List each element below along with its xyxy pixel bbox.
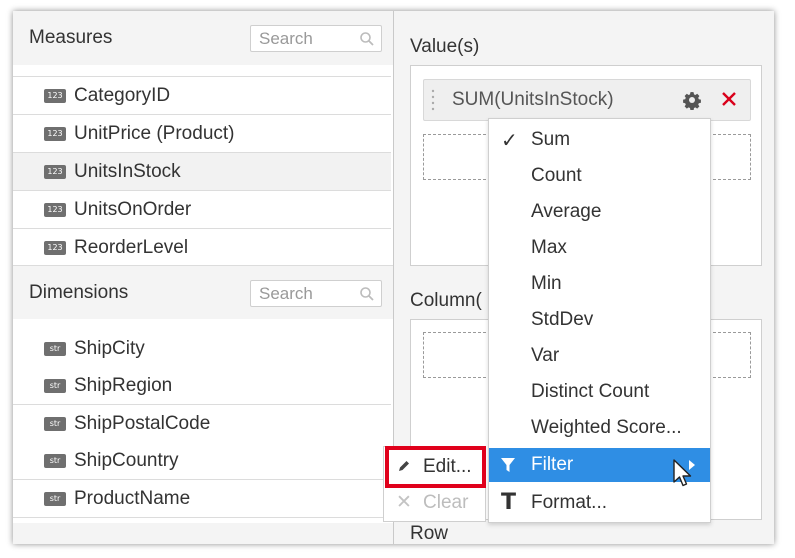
mouse-pointer-icon: [673, 459, 692, 487]
menu-item-min[interactable]: Min: [489, 267, 710, 301]
field-label: CategoryID: [74, 85, 171, 106]
value-field-pill[interactable]: SUM(UnitsInStock): [423, 79, 751, 121]
menu-item-clear[interactable]: ✕ Clear: [384, 485, 485, 521]
values-label: Value(s): [410, 36, 480, 57]
list-item-partial[interactable]: 123: [13, 65, 391, 77]
field-label: ShipCountry: [74, 450, 179, 471]
menu-item-format[interactable]: T Format...: [489, 486, 710, 520]
measures-list: 123 123 CategoryID 123 UnitPrice (Produc…: [13, 65, 393, 275]
list-item[interactable]: str ShipCountry: [13, 442, 391, 480]
row-label: Row: [410, 523, 449, 544]
checkmark-icon: ✓: [501, 128, 518, 152]
measures-search-box[interactable]: [250, 25, 382, 52]
menu-item-sum[interactable]: ✓ Sum: [489, 123, 710, 157]
dimensions-list: str str ShipCity str ShipRegion str Ship…: [13, 319, 393, 523]
numeric-type-icon: 123: [44, 203, 66, 217]
list-item[interactable]: str ShipPostalCode: [13, 405, 391, 443]
filter-icon: [501, 458, 515, 472]
dimensions-search-box[interactable]: [250, 280, 382, 307]
list-item[interactable]: str ShipCity: [13, 330, 391, 368]
dimensions-title: Dimensions: [29, 282, 129, 303]
menu-item-weighted-score[interactable]: Weighted Score...: [489, 411, 710, 445]
field-label: ProductName: [74, 488, 191, 509]
string-type-icon: str: [44, 342, 66, 356]
field-label: UnitPrice (Product): [74, 123, 235, 144]
close-icon[interactable]: [720, 90, 738, 108]
field-label: ReorderLevel: [74, 237, 189, 258]
field-list: Measures 123 123 CategoryID 123 UnitPric…: [13, 11, 393, 544]
field-label: UnitsInStock: [74, 161, 181, 182]
format-text-icon: T: [501, 490, 517, 515]
column-label: Column(: [410, 290, 482, 311]
string-type-icon: str: [44, 454, 66, 468]
menu-item-count[interactable]: Count: [489, 159, 710, 193]
value-field-label: SUM(UnitsInStock): [452, 89, 614, 110]
list-item[interactable]: 123 UnitsOnOrder: [13, 191, 391, 229]
string-type-icon: str: [44, 417, 66, 431]
numeric-type-icon: 123: [44, 165, 66, 179]
list-item[interactable]: 123 CategoryID: [13, 77, 391, 115]
list-item[interactable]: 123 ReorderLevel: [13, 229, 391, 267]
gear-icon[interactable]: [682, 90, 702, 110]
dimensions-header: Dimensions: [13, 265, 393, 320]
numeric-type-icon: 123: [44, 127, 66, 141]
drag-handle-icon[interactable]: [430, 88, 436, 112]
search-icon: [360, 287, 374, 301]
field-label: ShipCity: [74, 338, 145, 359]
menu-item-var[interactable]: Var: [489, 339, 710, 373]
menu-item-average[interactable]: Average: [489, 195, 710, 229]
menu-item-distinct-count[interactable]: Distinct Count: [489, 375, 710, 409]
list-item[interactable]: str ShipRegion: [13, 367, 391, 405]
highlight-box: [385, 446, 486, 488]
measures-search-input[interactable]: [251, 26, 359, 51]
string-type-icon: str: [44, 492, 66, 506]
list-item-selected[interactable]: 123 UnitsInStock: [13, 153, 391, 191]
numeric-type-icon: 123: [44, 89, 66, 103]
numeric-type-icon: 123: [44, 241, 66, 255]
measures-header: Measures: [13, 11, 393, 65]
field-label: ShipPostalCode: [74, 413, 211, 434]
list-item[interactable]: 123 UnitPrice (Product): [13, 115, 391, 153]
field-label: UnitsOnOrder: [74, 199, 192, 220]
menu-item-max[interactable]: Max: [489, 231, 710, 265]
measures-title: Measures: [29, 27, 113, 48]
list-item[interactable]: str ProductName: [13, 480, 391, 518]
field-label: ShipRegion: [74, 375, 173, 396]
menu-item-stddev[interactable]: StdDev: [489, 303, 710, 337]
clear-icon: ✕: [396, 491, 412, 513]
search-icon: [360, 32, 374, 46]
string-type-icon: str: [44, 379, 66, 393]
dimensions-search-input[interactable]: [251, 281, 359, 306]
